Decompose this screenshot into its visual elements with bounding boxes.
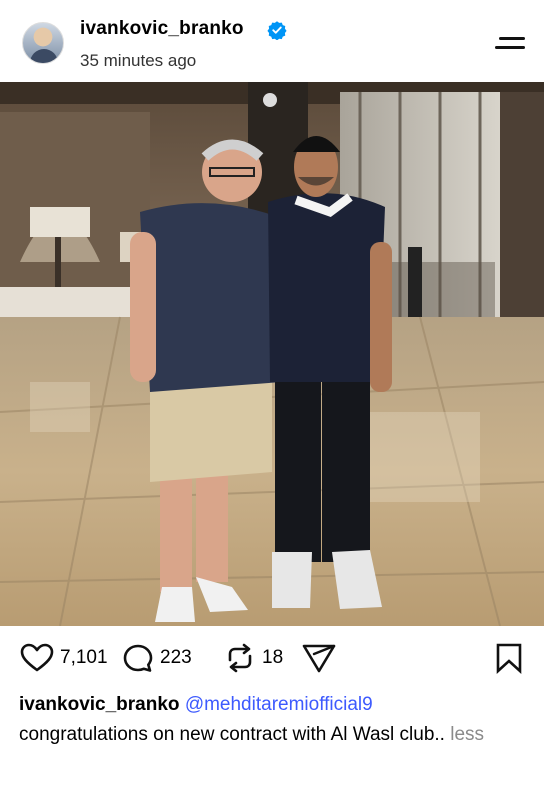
verified-badge-icon <box>267 21 287 40</box>
post-header: ivankovic_branko 35 minutes ago <box>0 0 544 82</box>
photo-image <box>0 82 544 626</box>
repost-button[interactable]: 18 <box>224 636 283 680</box>
menu-icon-line <box>495 46 525 49</box>
like-count: 7,101 <box>60 647 108 668</box>
menu-icon <box>499 37 525 40</box>
bookmark-button[interactable] <box>494 636 524 680</box>
share-button[interactable] <box>302 636 336 680</box>
bookmark-icon <box>496 643 522 674</box>
less-toggle[interactable]: less <box>450 724 484 745</box>
menu-button[interactable] <box>495 33 527 55</box>
heart-icon <box>20 643 54 672</box>
like-button[interactable]: 7,101 <box>20 636 108 680</box>
post-photo[interactable] <box>0 82 544 626</box>
comment-icon <box>123 644 153 672</box>
post-timestamp: 35 minutes ago <box>80 51 197 70</box>
caption-mention[interactable]: @mehditaremiofficial9 <box>185 694 373 715</box>
caption-text: congratulations on new contract with Al … <box>19 724 445 745</box>
comment-count: 223 <box>160 647 192 668</box>
action-bar: 7,101 223 18 <box>0 636 544 680</box>
repost-count: 18 <box>262 647 284 668</box>
comment-button[interactable]: 223 <box>122 636 192 680</box>
share-icon <box>302 644 336 673</box>
post-username[interactable]: ivankovic_branko <box>80 18 244 40</box>
avatar[interactable] <box>22 22 64 64</box>
repost-icon <box>228 643 252 673</box>
post-caption: ivankovic_branko @mehditaremiofficial9 c… <box>19 690 525 750</box>
caption-username[interactable]: ivankovic_branko <box>19 694 180 715</box>
